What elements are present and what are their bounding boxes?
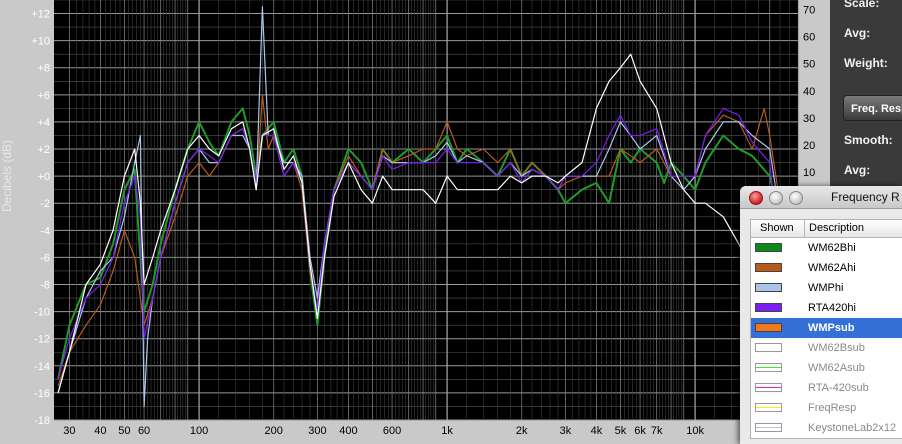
minimize-window-button[interactable] <box>769 191 783 205</box>
series-row-label: WM62Asub <box>808 362 865 374</box>
series-row-label: KeystoneLab2x12 <box>808 422 897 434</box>
column-header-description[interactable]: Description <box>809 222 864 234</box>
series-row-label: WMPsub <box>808 322 855 334</box>
series-rows: WM62Bhi WM62Ahi WMPhi RTA420hi WMPsub WM62Bsu… <box>751 238 902 438</box>
series-color-swatch[interactable] <box>755 283 782 292</box>
series-row-label: RTA-420sub <box>808 382 869 394</box>
series-color-swatch[interactable] <box>755 303 782 312</box>
series-row[interactable]: WM62Asub <box>751 358 902 378</box>
y-tick-label-left: +10 <box>31 36 50 48</box>
series-row[interactable]: RTA-420sub <box>751 378 902 398</box>
weight-label: Weight: <box>844 56 888 70</box>
series-row-label: RTA420hi <box>808 302 856 314</box>
series-row[interactable]: KeystoneLab2x12 <box>751 418 902 438</box>
x-tick-label: 3k <box>560 425 572 437</box>
y-tick-label-left: +2 <box>37 144 50 156</box>
x-tick-label: 1k <box>441 425 453 437</box>
avg-label-bottom: Avg: <box>844 163 871 177</box>
x-tick-label: 30 <box>63 425 75 437</box>
zoom-window-button[interactable] <box>789 191 803 205</box>
y-tick-label-left: +6 <box>37 90 50 102</box>
y-tick-label-left: -18 <box>34 415 50 427</box>
y-tick-label-left: -6 <box>40 252 50 264</box>
x-tick-label: 6k <box>634 425 646 437</box>
x-tick-label: 4k <box>591 425 603 437</box>
series-row-label: WM62Ahi <box>808 262 856 274</box>
y-tick-label-left: +12 <box>31 9 50 21</box>
y-tick-label-left: -16 <box>34 388 50 400</box>
x-tick-label: 600 <box>383 425 401 437</box>
column-divider <box>804 220 805 237</box>
y-tick-label-left: +0 <box>37 171 50 183</box>
series-row-label: WM62Bhi <box>808 242 856 254</box>
x-tick-label: 7k <box>651 425 663 437</box>
series-color-swatch[interactable] <box>755 383 782 392</box>
legend-window-title: Frequency R <box>831 190 900 204</box>
freq-resp-button[interactable]: Freq. Resp <box>843 95 902 121</box>
x-tick-label: 50 <box>118 425 130 437</box>
series-row-label: FreqResp <box>808 402 857 414</box>
y-tick-label-right: 10 <box>803 167 815 179</box>
frequency-response-chart: +12+10+8+6+4+2+0-2-4-6-8-10-12-14-16-18 … <box>0 0 830 444</box>
series-row[interactable]: FreqResp <box>751 398 902 418</box>
y-tick-label-left: +8 <box>37 63 50 75</box>
y-tick-label-left: -8 <box>40 280 50 292</box>
y-tick-label-right: 20 <box>803 140 815 152</box>
series-color-swatch[interactable] <box>755 263 782 272</box>
x-tick-label: 60 <box>138 425 150 437</box>
legend-titlebar[interactable]: Frequency R <box>740 186 902 209</box>
x-tick-label: 40 <box>94 425 106 437</box>
x-tick-label: 2k <box>516 425 528 437</box>
series-color-swatch[interactable] <box>755 323 782 332</box>
avg-label-top: Avg: <box>844 26 871 40</box>
series-row[interactable]: WMPsub <box>751 318 902 338</box>
y-tick-label-left: +4 <box>37 117 50 129</box>
series-color-swatch[interactable] <box>755 363 782 372</box>
smooth-label: Smooth: <box>844 133 893 147</box>
close-window-button[interactable] <box>749 191 763 205</box>
y-tick-label-left: -2 <box>40 198 50 210</box>
series-row[interactable]: WM62Bhi <box>751 238 902 258</box>
series-row[interactable]: WM62Ahi <box>751 258 902 278</box>
y-tick-label-right: 60 <box>803 32 815 44</box>
y-tick-label-left: -14 <box>34 361 50 373</box>
y-tick-label-right: 70 <box>803 4 815 16</box>
y-tick-label-left: -12 <box>34 334 50 346</box>
series-color-swatch[interactable] <box>755 243 782 252</box>
series-row[interactable]: RTA420hi <box>751 298 902 318</box>
y-tick-label-right: 30 <box>803 113 815 125</box>
x-tick-label: 5k <box>615 425 627 437</box>
frequency-response-legend-window: Frequency R Shown Description WM62Bhi WM6… <box>740 186 902 444</box>
y-tick-label-right: 50 <box>803 59 815 71</box>
series-color-swatch[interactable] <box>755 343 782 352</box>
x-tick-label: 300 <box>308 425 326 437</box>
y-tick-label-left: -4 <box>40 225 50 237</box>
series-color-swatch[interactable] <box>755 403 782 412</box>
series-color-swatch[interactable] <box>755 423 782 432</box>
y-tick-label-right: 40 <box>803 86 815 98</box>
series-row[interactable]: WMPhi <box>751 278 902 298</box>
series-table-header: Shown Description <box>751 220 902 238</box>
x-tick-label: 10k <box>686 425 704 437</box>
x-tick-label: 200 <box>265 425 283 437</box>
series-row-label: WM62Bsub <box>808 342 865 354</box>
x-tick-label: 400 <box>339 425 357 437</box>
series-table: Shown Description WM62Bhi WM62Ahi WMPhi RTA… <box>750 219 902 439</box>
y-axis-label: Decibels (dB) <box>0 139 14 212</box>
scale-label: Scale: <box>844 0 880 10</box>
column-header-shown[interactable]: Shown <box>760 222 794 234</box>
y-tick-label-left: -10 <box>34 307 50 319</box>
series-row-label: WMPhi <box>808 282 844 294</box>
series-row[interactable]: WM62Bsub <box>751 338 902 358</box>
x-tick-label: 100 <box>190 425 208 437</box>
frequency-response-window: +12 +10 +8 +6 +4 +2 +0 -2 -4 -6 -8 -10 -12 -14 -16 -18 … <box>0 0 902 444</box>
